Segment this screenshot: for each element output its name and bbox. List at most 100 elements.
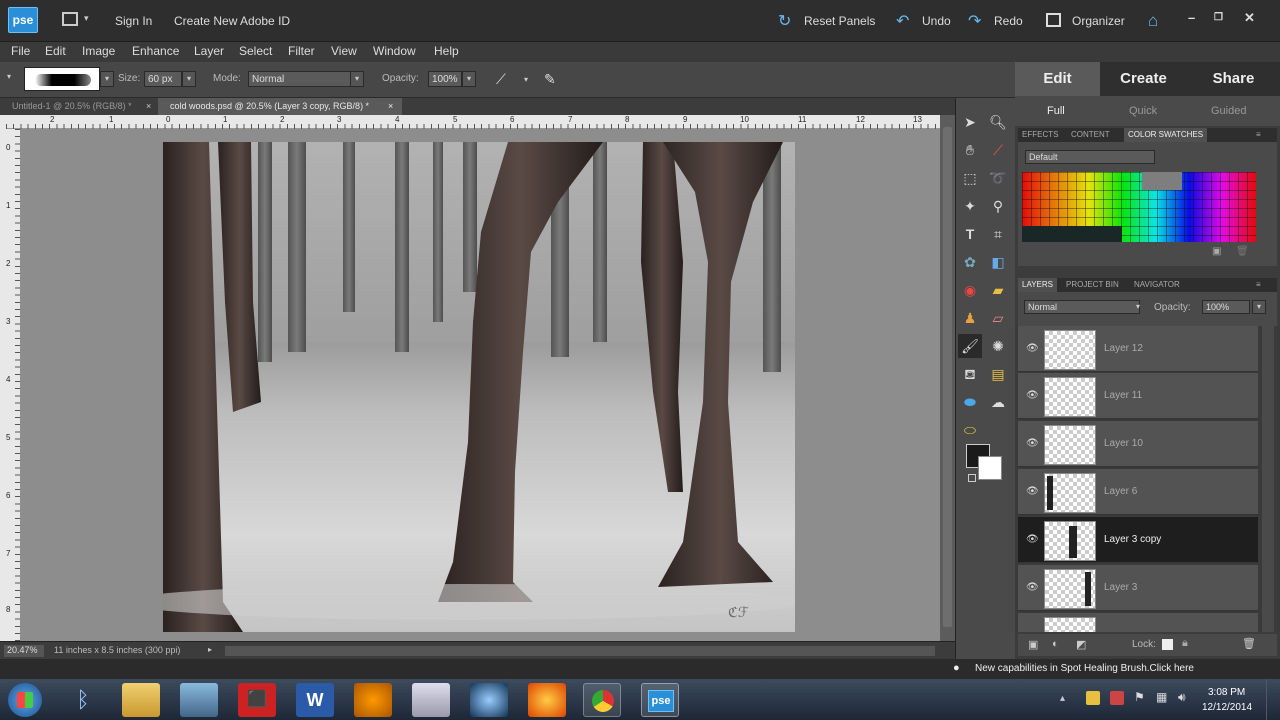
blend-mode-arrow-icon[interactable]: ▾ (1136, 302, 1140, 311)
file-explorer-icon[interactable] (122, 683, 160, 717)
visibility-eye-icon[interactable]: 👁︎ (1026, 486, 1039, 497)
eyedropper-tool-icon[interactable]: ⟋ (986, 138, 1010, 162)
clock-time[interactable]: 3:08 PM (1208, 687, 1245, 698)
brush-settings-arrow-icon[interactable]: ▾ (524, 75, 528, 84)
menu-help[interactable]: Help (434, 44, 459, 58)
menu-view[interactable]: View (331, 44, 357, 58)
smart-brush-tool-icon[interactable]: ✺ (986, 334, 1010, 358)
layer-row-layer-6[interactable]: 👁︎ Layer 6 (1018, 469, 1258, 515)
blur-tool-icon[interactable]: ☁︎ (986, 390, 1010, 414)
start-button[interactable] (8, 683, 42, 717)
redo-button[interactable]: Redo (994, 14, 1023, 28)
tray-flag-icon[interactable]: ⚑ (1134, 690, 1145, 704)
menu-select[interactable]: Select (239, 44, 272, 58)
opacity-slider-arrow-icon[interactable]: ▾ (462, 71, 476, 87)
magic-wand-tool-icon[interactable]: ✦ (958, 194, 982, 218)
tab-color-swatches[interactable]: COLOR SWATCHES (1124, 128, 1208, 142)
word-icon[interactable]: W (296, 683, 334, 717)
workspace-dropdown-icon[interactable]: ▾ (84, 13, 89, 24)
subtab-guided[interactable]: Guided (1211, 105, 1246, 117)
tab-layers[interactable]: LAYERS (1018, 278, 1057, 292)
artwork-canvas[interactable]: ℭℱ (163, 142, 795, 632)
recompose-tool-icon[interactable]: ◧ (986, 250, 1010, 274)
organizer-button[interactable]: Organizer (1072, 14, 1125, 28)
new-adjustment-layer-icon[interactable]: ◐ (1052, 638, 1059, 650)
app-icon[interactable] (180, 683, 218, 717)
delete-layer-icon[interactable]: 🗑︎ (1242, 637, 1256, 650)
lock-all-icon[interactable]: 🔒︎ (1182, 637, 1188, 650)
photoshop-elements-taskbar-button[interactable]: pse (641, 683, 679, 717)
default-colors-icon[interactable] (968, 474, 976, 482)
type-tool-icon[interactable]: T (958, 222, 982, 246)
zoom-tool-icon[interactable]: 🔍︎ (986, 110, 1010, 134)
menu-layer[interactable]: Layer (194, 44, 224, 58)
cookie-cutter-tool-icon[interactable]: ✿ (958, 250, 982, 274)
tab-edit[interactable]: Edit (1015, 62, 1100, 96)
menu-edit[interactable]: Edit (45, 44, 66, 58)
layer-row-layer-10[interactable]: 👁︎ Layer 10 (1018, 421, 1258, 467)
clone-stamp-tool-icon[interactable]: ♟ (958, 306, 982, 330)
create-adobe-id-link[interactable]: Create New Adobe ID (174, 14, 290, 28)
tab-content[interactable]: CONTENT (1071, 130, 1110, 139)
redo-icon[interactable]: ↷ (968, 11, 986, 30)
tool-preset-arrow-icon[interactable]: ▾ (7, 72, 11, 81)
firefox-icon[interactable] (528, 683, 566, 717)
sponge-tool-icon[interactable]: ⬭ (958, 418, 982, 442)
visibility-eye-icon[interactable]: 👁︎ (1026, 438, 1039, 449)
tray-security-icon[interactable] (1110, 691, 1124, 705)
menu-file[interactable]: File (11, 44, 30, 58)
workspace-icon[interactable] (62, 12, 78, 26)
vertical-scrollbar[interactable] (940, 115, 955, 641)
tray-network-icon[interactable]: ▦ (1156, 690, 1167, 704)
tab-close-icon[interactable]: × (388, 98, 393, 115)
brush-tool-icon[interactable]: 🖌︎ (958, 334, 982, 358)
notes-icon[interactable] (412, 683, 450, 717)
menu-window[interactable]: Window (373, 44, 416, 58)
undo-button[interactable]: Undo (922, 14, 951, 28)
tray-volume-icon[interactable]: 🔊︎ (1178, 690, 1186, 705)
size-slider-arrow-icon[interactable]: ▾ (182, 71, 196, 87)
crop-tool-icon[interactable]: ⌗ (986, 222, 1010, 246)
sign-in-link[interactable]: Sign In (115, 14, 152, 28)
scroll-thumb[interactable] (943, 127, 952, 627)
eraser-tool-icon[interactable]: ▱ (986, 306, 1010, 330)
new-layer-icon[interactable]: ▣ (1028, 638, 1038, 651)
tab-share[interactable]: Share (1187, 62, 1280, 96)
layer-opacity-arrow-icon[interactable]: ▾ (1252, 300, 1266, 314)
layer-row-partial[interactable] (1018, 613, 1258, 632)
menu-enhance[interactable]: Enhance (132, 44, 179, 58)
acrobat-icon[interactable]: ⬛ (238, 683, 276, 717)
size-input[interactable]: 60 px (144, 71, 182, 87)
new-swatch-icon[interactable]: ▣ (1212, 246, 1221, 257)
background-color-swatch[interactable] (978, 456, 1002, 480)
reset-panels-icon[interactable]: ↻ (778, 11, 796, 30)
visibility-eye-icon[interactable]: 👁︎ (1026, 390, 1039, 401)
lasso-tool-icon[interactable]: ➰ (986, 166, 1010, 190)
shape-tool-icon[interactable]: ⬬ (958, 390, 982, 414)
tab-effects[interactable]: EFFECTS (1022, 130, 1058, 139)
blend-mode-select[interactable]: Normal (1024, 300, 1140, 314)
mode-select[interactable]: Normal (248, 71, 351, 87)
brush-picker-arrow-icon[interactable]: ▾ (100, 71, 114, 87)
swatch-set-select[interactable]: Default (1025, 150, 1155, 164)
close-icon[interactable]: ✕ (1244, 10, 1255, 26)
layer-row-layer-3[interactable]: 👁︎ Layer 3 (1018, 565, 1258, 611)
tab-untitled-1[interactable]: Untitled-1 @ 20.5% (RGB/8) * × (0, 98, 158, 115)
spot-healing-tool-icon[interactable]: ▰ (986, 278, 1010, 302)
clock-date[interactable]: 12/12/2014 (1202, 702, 1252, 713)
subtab-quick[interactable]: Quick (1129, 105, 1157, 117)
visibility-eye-icon[interactable]: 👁︎ (1026, 582, 1039, 593)
opacity-input[interactable]: 100% (428, 71, 462, 87)
tab-create[interactable]: Create (1100, 62, 1187, 96)
info-menu-arrow-icon[interactable]: ▸ (208, 645, 212, 654)
layer-row-layer-12[interactable]: 👁︎ Layer 12 (1018, 326, 1258, 372)
gradient-tool-icon[interactable]: ▤ (986, 362, 1010, 386)
notification-link[interactable]: New capabilities in Spot Healing Brush.C… (975, 663, 1194, 674)
canvas-area[interactable]: ℭℱ (20, 129, 940, 641)
undo-icon[interactable]: ↶ (896, 11, 914, 30)
mode-select-arrow-icon[interactable]: ▾ (350, 71, 364, 87)
tab-navigator[interactable]: NAVIGATOR (1134, 280, 1180, 289)
tablet-settings-icon[interactable]: ✎ (544, 71, 556, 88)
tab-project-bin[interactable]: PROJECT BIN (1066, 280, 1119, 289)
layer-row-layer-11[interactable]: 👁︎ Layer 11 (1018, 373, 1258, 419)
